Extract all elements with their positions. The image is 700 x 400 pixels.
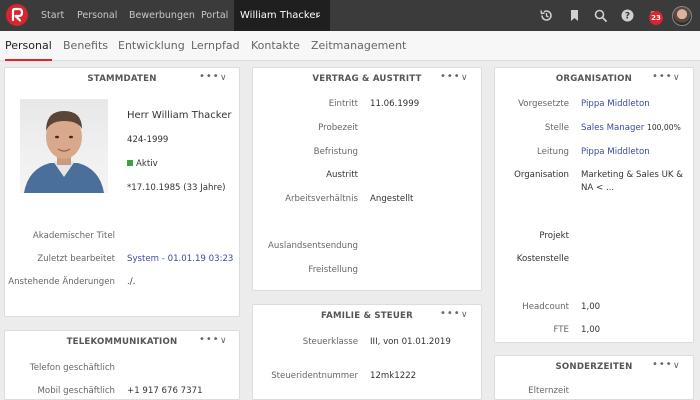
card-vertrag-austritt: VERTRAG & AUSTRITT ••• ∨ Eintritt 11.06.… — [252, 67, 482, 291]
value-headcount: 1,00 — [581, 302, 601, 312]
label-elternzeit: Elternzeit — [528, 386, 569, 396]
value-arbeitsverhaeltnis: Angestellt — [370, 194, 414, 204]
card-stammdaten: STAMMDATEN ••• ∨ Herr William Thacker 42… — [4, 67, 240, 317]
status-indicator — [127, 160, 133, 166]
value-fte: 1,00 — [581, 325, 601, 335]
help-icon[interactable]: ? — [620, 8, 635, 23]
value-zuletzt-bearbeitet[interactable]: System - 01.01.19 03:23 — [127, 254, 233, 264]
tab-zeitmanagement[interactable]: Zeitmanagement — [311, 31, 406, 61]
status-badge: Aktiv — [127, 159, 158, 169]
value-steuerklasse: III, von 01.01.2019 — [370, 337, 451, 347]
label-austritt: Austritt — [326, 170, 358, 180]
label-probezeit: Probezeit — [318, 123, 358, 133]
label-stelle: Stelle — [544, 123, 569, 133]
nav-active-label: William Thacker — [240, 10, 320, 21]
tab-kontakte[interactable]: Kontakte — [251, 31, 300, 61]
value-eintritt: 11.06.1999 — [370, 99, 420, 109]
notification-badge[interactable]: 23 — [649, 11, 663, 25]
top-navigation-bar: Start Personal Bewerbungen Portal Willia… — [0, 0, 700, 31]
label-vorgesetzte: Vorgesetzte — [518, 99, 569, 109]
label-akademischer-titel: Akademischer Titel — [32, 231, 115, 241]
label-kostenstelle: Kostenstelle — [516, 254, 569, 264]
collapse-icon[interactable]: ∨ — [220, 73, 227, 83]
card-telekommunikation: TELEKOMMUNIKATION ••• ∨ Telefon geschäft… — [4, 330, 240, 400]
label-fte: FTE — [553, 325, 569, 335]
more-options-icon[interactable]: ••• — [652, 71, 673, 82]
label-steuerklasse: Steuerklasse — [302, 337, 358, 347]
nav-bewerbungen[interactable]: Bewerbungen — [129, 0, 195, 31]
label-leitung: Leitung — [536, 147, 569, 157]
label-auslandsentsendung: Auslandsentsendung — [268, 241, 358, 251]
label-befristung: Befristung — [313, 147, 358, 157]
stelle-link[interactable]: Sales Manager — [581, 123, 644, 133]
nav-start[interactable]: Start — [41, 0, 64, 31]
label-projekt: Projekt — [539, 231, 569, 241]
label-organisation: Organisation — [514, 170, 569, 180]
collapse-icon[interactable]: ∨ — [220, 336, 227, 346]
collapse-icon[interactable]: ∨ — [673, 361, 680, 371]
card-familie-steuer: FAMILIE & STEUER ••• ∨ Steuerklasse III,… — [252, 304, 482, 400]
nav-active-employee[interactable]: William Thacker ⌄ — [234, 0, 330, 31]
label-mobil-geschaeftlich: Mobil geschäftlich — [37, 386, 115, 396]
more-options-icon[interactable]: ••• — [440, 308, 461, 319]
label-zuletzt-bearbeitet: Zuletzt bearbeitet — [37, 254, 115, 264]
label-anstehende-aenderungen: Anstehende Änderungen — [8, 277, 115, 287]
collapse-icon[interactable]: ∨ — [673, 73, 680, 83]
more-options-icon[interactable]: ••• — [652, 359, 673, 370]
stelle-percentage: 100,00% — [647, 123, 681, 132]
more-options-icon[interactable]: ••• — [199, 71, 220, 82]
value-stelle: Sales Manager 100,00% — [581, 123, 681, 133]
employee-photo — [20, 99, 108, 193]
more-options-icon[interactable]: ••• — [440, 71, 461, 82]
label-arbeitsverhaeltnis: Arbeitsverhältnis — [285, 194, 358, 204]
user-avatar[interactable] — [672, 6, 692, 26]
label-telefon-geschaeftlich: Telefon geschäftlich — [29, 363, 115, 373]
label-steueridentnummer: Steueridentnummer — [271, 371, 358, 381]
label-eintritt: Eintritt — [328, 99, 358, 109]
tab-personal[interactable]: Personal — [5, 31, 52, 61]
card-organisation: ORGANISATION ••• ∨ Vorgesetzte Pippa Mid… — [494, 67, 694, 343]
value-organisation-line2[interactable]: NA < ... — [581, 183, 614, 193]
bookmark-icon[interactable] — [567, 8, 582, 23]
more-options-icon[interactable]: ••• — [199, 334, 220, 345]
chevron-down-icon: ⌄ — [314, 10, 322, 20]
value-mobil-geschaeftlich[interactable]: +1 917 676 7371 — [127, 386, 203, 396]
tab-entwicklung[interactable]: Entwicklung — [118, 31, 185, 61]
collapse-icon[interactable]: ∨ — [461, 73, 468, 83]
tab-benefits[interactable]: Benefits — [63, 31, 108, 61]
value-leitung[interactable]: Pippa Middleton — [581, 147, 650, 157]
status-text: Aktiv — [136, 159, 158, 169]
card-sonderzeiten: SONDERZEITEN ••• ∨ Elternzeit — [494, 355, 694, 400]
tab-bar: Personal Benefits Entwicklung Lernpfad K… — [0, 31, 700, 61]
svg-text:?: ? — [625, 12, 630, 22]
app-logo[interactable] — [6, 4, 28, 26]
tab-lernpfad[interactable]: Lernpfad — [191, 31, 240, 61]
employee-id: 424-1999 — [127, 135, 169, 145]
birth-date: *17.10.1985 (33 Jahre) — [127, 183, 226, 193]
value-steueridentnummer: 12mk1222 — [370, 371, 417, 381]
value-anstehende-aenderungen: ./. — [127, 277, 136, 287]
history-icon[interactable] — [539, 8, 554, 23]
collapse-icon[interactable]: ∨ — [461, 310, 468, 320]
label-headcount: Headcount — [522, 302, 569, 312]
nav-personal[interactable]: Personal — [77, 0, 117, 31]
label-freistellung: Freistellung — [308, 265, 358, 275]
nav-portal[interactable]: Portal — [201, 0, 228, 31]
search-icon[interactable] — [593, 8, 608, 23]
value-vorgesetzte[interactable]: Pippa Middleton — [581, 99, 650, 109]
employee-name: Herr William Thacker — [127, 110, 232, 121]
value-organisation-line1: Marketing & Sales UK & — [581, 170, 683, 180]
